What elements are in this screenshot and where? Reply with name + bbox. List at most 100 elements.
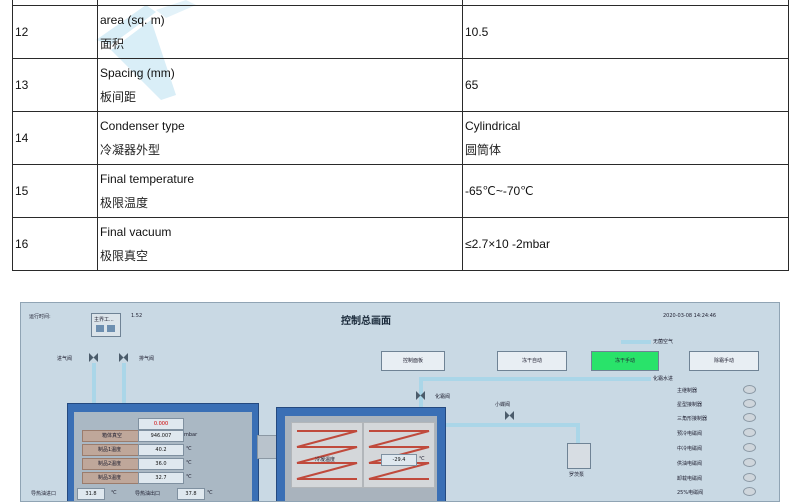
freeze-auto-button[interactable]: 冻干自动: [497, 351, 567, 371]
name-en: area (sq. m): [100, 13, 165, 27]
chamber-row-value: 36.0: [138, 458, 184, 470]
panel-icon-b: [107, 325, 115, 332]
name-cn: 面积: [100, 37, 125, 51]
condenser: 冷凝温度 -29.4 ℃: [276, 407, 446, 501]
row-name: Condenser type 冷凝器外型: [97, 111, 463, 165]
intake-valve-label: 进气阀: [57, 356, 73, 362]
pipe: [122, 363, 126, 405]
row-index: 16: [12, 217, 98, 271]
chamber-row-label: 制品3温度: [98, 475, 122, 481]
table-row: 13 Spacing (mm) 板间距 65: [12, 58, 789, 112]
chamber-row-unit: ℃: [186, 446, 192, 452]
exhaust-valve-icon[interactable]: [119, 353, 128, 362]
intake-valve-icon[interactable]: [89, 353, 98, 362]
chamber-row-unit: ℃: [186, 474, 192, 480]
spec-table: 12 area (sq. m) 面积 10.5 13 Spacing (mm) …: [12, 0, 789, 271]
name-en: Final temperature: [100, 172, 195, 186]
name-cn: 板间距: [100, 90, 137, 104]
status-label: 预冷电磁阀: [677, 431, 703, 437]
row-value: ≤2.7×10 -2mbar: [462, 217, 789, 271]
heat-oil-out-value: 37.8: [177, 488, 205, 500]
sterile-air-label: 无菌空气: [653, 339, 674, 345]
screen-title: 控制总画面: [341, 316, 391, 327]
freeze-manual-button[interactable]: 冻干手动: [591, 351, 659, 371]
status-lamp: [743, 399, 756, 408]
chamber-row-unit: mbar: [184, 432, 198, 438]
condenser-temp-label: 冷凝温度: [315, 457, 336, 463]
chamber-row-label: 制品1温度: [98, 447, 122, 453]
status-label: 卸载电磁阀: [677, 476, 703, 482]
pipe: [92, 363, 96, 405]
heat-oil-out-unit: ℃: [207, 490, 213, 496]
pipe: [621, 340, 651, 344]
status-label: 中冷电磁阀: [677, 446, 703, 452]
row-index: 13: [12, 58, 98, 112]
chamber-row-label: 制品2温度: [98, 461, 122, 467]
roots-pump-icon[interactable]: [567, 443, 591, 469]
table-row: 14 Condenser type 冷凝器外型 Cylindrical 圆筒体: [12, 111, 789, 165]
main-panel-button[interactable]: 主界工...: [91, 313, 121, 337]
name-en: Spacing (mm): [100, 66, 175, 80]
row-name: Final temperature 极限温度: [97, 164, 463, 218]
table-row: 16 Final vacuum 极限真空 ≤2.7×10 -2mbar: [12, 217, 789, 271]
status-label: 供油电磁阀: [677, 461, 703, 467]
butterfly-valve-label: 小蝶阀: [495, 402, 511, 408]
value-cn: 圆筒体: [465, 143, 502, 157]
chamber-row-unit: ℃: [186, 460, 192, 466]
coil-graphic: [296, 430, 358, 480]
status-label: 三角形接制器: [677, 416, 708, 422]
butterfly-valve-icon[interactable]: [505, 411, 514, 420]
chamber-row-value: 946.007: [138, 430, 184, 442]
control-panel-button[interactable]: 控制面板: [381, 351, 445, 371]
name-cn: 极限真空: [100, 249, 149, 263]
pipe: [421, 377, 651, 381]
name-cn: 极限温度: [100, 196, 149, 210]
row-name: Spacing (mm) 板间距: [97, 58, 463, 112]
exhaust-valve-label: 排气阀: [139, 356, 155, 362]
name-en: Condenser type: [100, 119, 185, 133]
datetime: 2020-03-08 14:24:46: [663, 313, 717, 319]
row-index: 15: [12, 164, 98, 218]
pipe: [444, 423, 579, 427]
name-en: Final vacuum: [100, 225, 172, 239]
status-label: 25%电磁阀: [677, 490, 704, 496]
condenser-coil: [291, 422, 363, 488]
heat-oil-in-value: 31.8: [77, 488, 105, 500]
heat-oil-in-label: 导热油进口: [31, 491, 57, 497]
setpoint-value: 0.000: [138, 418, 184, 430]
pump-label: 罗茨泵: [569, 472, 585, 478]
condenser-temp-value: -29.4: [381, 454, 417, 466]
heat-oil-in-unit: ℃: [111, 490, 117, 496]
pipe: [576, 423, 580, 445]
row-value: 65: [462, 58, 789, 112]
status-lamp: [743, 413, 756, 422]
defrost-valve-label: 化霜阀: [435, 394, 451, 400]
row-value: -65℃~-70℃: [462, 164, 789, 218]
runtime-label: 运行时间:: [29, 314, 51, 320]
heat-oil-out-label: 导热油出口: [135, 491, 161, 497]
row-name: area (sq. m) 面积: [97, 5, 463, 59]
defrost-water-label: 化霜水进: [653, 376, 674, 382]
row-value: Cylindrical 圆筒体: [462, 111, 789, 165]
status-lamp: [743, 473, 756, 482]
chamber-row-value: 40.2: [138, 444, 184, 456]
status-lamp: [743, 385, 756, 394]
status-label: 星型接制器: [677, 402, 703, 408]
panel-icon-a: [96, 325, 104, 332]
condenser-temp-unit: ℃: [419, 456, 425, 462]
defrost-manual-button[interactable]: 除霜手动: [689, 351, 759, 371]
status-lamp: [743, 428, 756, 437]
runtime-value: 1.52: [131, 313, 143, 319]
defrost-valve-icon[interactable]: [416, 391, 425, 400]
row-value: 10.5: [462, 5, 789, 59]
chamber-row-label: 箱体真空: [102, 433, 123, 439]
table-row: 12 area (sq. m) 面积 10.5: [12, 5, 789, 59]
chamber-row-value: 32.7: [138, 472, 184, 484]
status-lamp: [743, 443, 756, 452]
row-index: 12: [12, 5, 98, 59]
hmi-screenshot: 运行时间: 1.52 主界工... 控制总画面 2020-03-08 14:24…: [20, 302, 780, 502]
name-cn: 冷凝器外型: [100, 143, 161, 157]
row-name: Final vacuum 极限真空: [97, 217, 463, 271]
table-row: 15 Final temperature 极限温度 -65℃~-70℃: [12, 164, 789, 218]
value-en: Cylindrical: [465, 119, 521, 133]
